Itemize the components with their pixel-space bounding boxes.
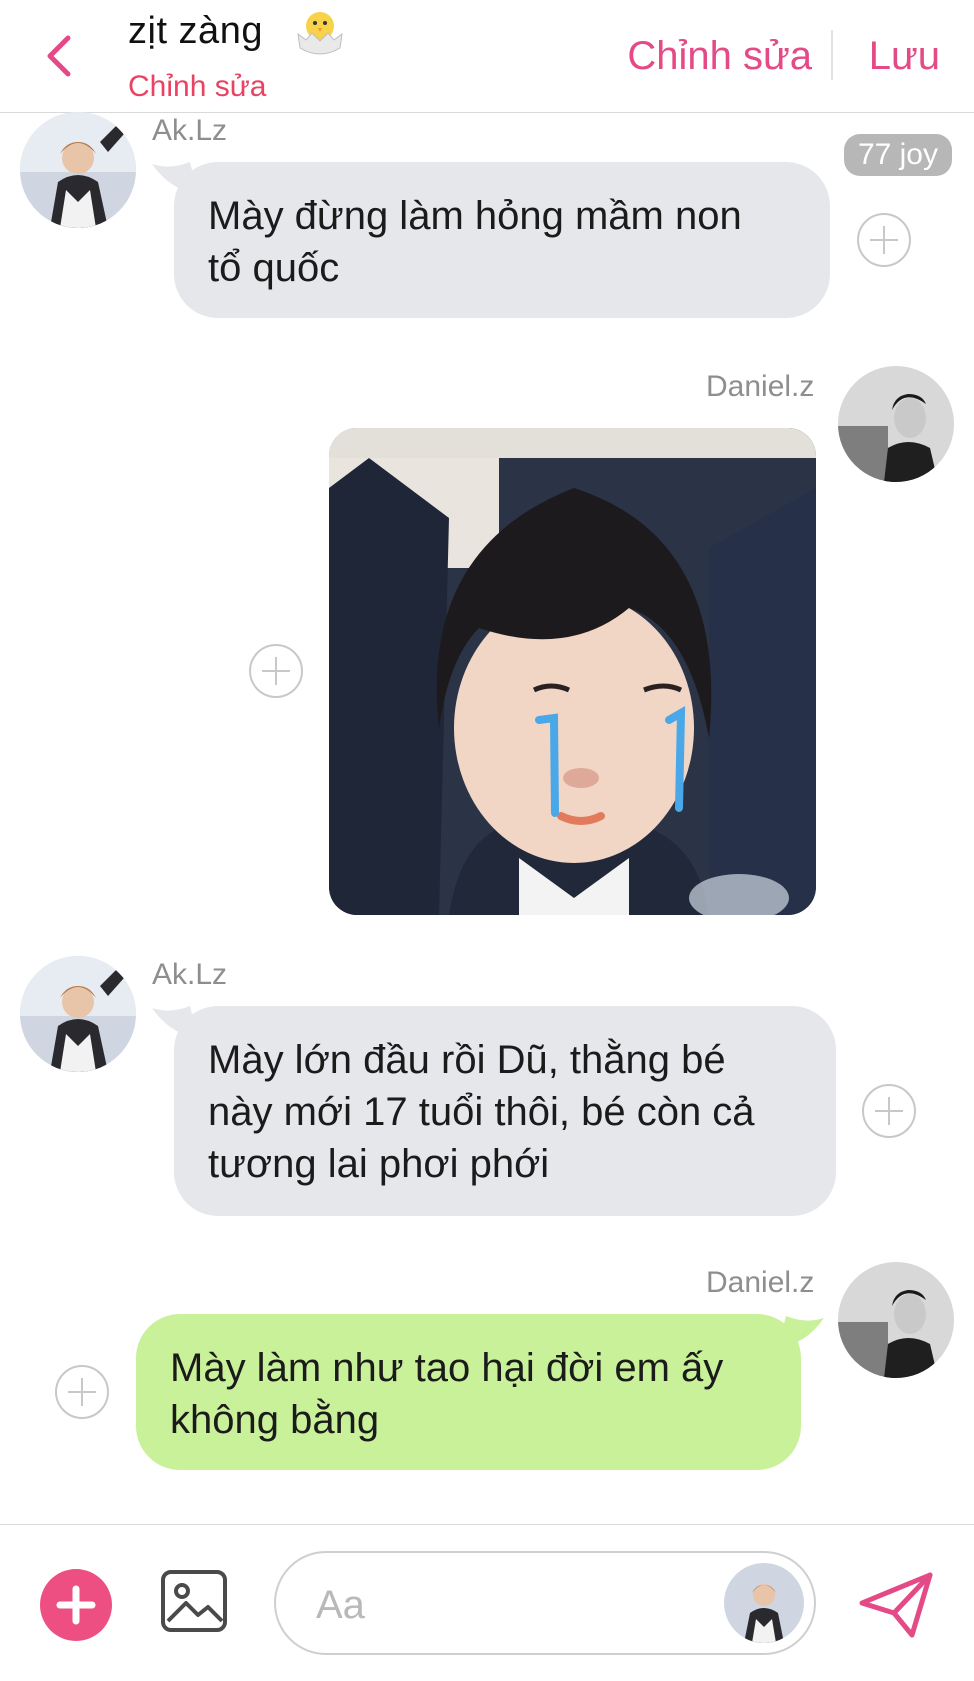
add-reaction-icon[interactable] [248, 643, 304, 699]
plus-icon [56, 1585, 96, 1625]
message-line: không bằng [170, 1398, 380, 1442]
sender-name: Ak.Lz [152, 958, 228, 991]
composer-bar: Aa [0, 1524, 974, 1681]
message-line: tổ quốc [208, 246, 340, 290]
input-avatar[interactable] [724, 1563, 804, 1643]
message-line: Mày đừng làm hỏng mầm non [208, 194, 742, 238]
image-icon[interactable] [160, 1569, 228, 1633]
page-title: zịt zàng [128, 10, 263, 52]
save-button[interactable]: Lưu [869, 34, 940, 79]
message-input-placeholder: Aa [316, 1583, 365, 1627]
message-line: này mới 17 tuổi thôi, bé còn cả [208, 1090, 755, 1134]
edit-button[interactable]: Chỉnh sửa [627, 34, 812, 79]
sender-name: Daniel.z [706, 370, 815, 403]
add-button[interactable] [40, 1569, 112, 1641]
send-icon[interactable] [858, 1571, 934, 1639]
hatching-chick-icon [297, 12, 343, 55]
message-bubble[interactable]: Mày đừng làm hỏng mầm non tổ quốc [174, 162, 830, 318]
message-bubble[interactable]: Mày lớn đầu rồi Dũ, thằng bé này mới 17 … [174, 1006, 836, 1216]
avatar-daniel-z[interactable] [838, 366, 954, 482]
add-reaction-icon[interactable] [856, 212, 912, 268]
message-line: Mày làm như tao hại đời em ấy [170, 1346, 724, 1390]
sender-name: Ak.Lz [152, 114, 228, 147]
page-subtitle: Chỉnh sửa [128, 70, 267, 103]
shared-photo[interactable] [329, 428, 816, 915]
add-reaction-icon[interactable] [861, 1083, 917, 1139]
message-line: tương lai phơi phới [208, 1142, 550, 1186]
chat-header: zịt zàng Chỉnh sửa Chỉnh sửa Lưu [0, 0, 974, 113]
message-line: Mày lớn đầu rồi Dũ, thằng bé [208, 1038, 726, 1082]
avatar-ak-lz[interactable] [20, 112, 136, 228]
reaction-badge[interactable]: 77 joy [843, 134, 952, 176]
message-bubble[interactable]: Mày làm như tao hại đời em ấy không bằng [136, 1314, 801, 1470]
sender-name: Daniel.z [706, 1266, 815, 1299]
chevron-left-icon[interactable] [40, 32, 80, 80]
message-input[interactable]: Aa [274, 1551, 816, 1655]
header-divider [831, 30, 833, 80]
avatar-daniel-z[interactable] [838, 1262, 954, 1378]
add-reaction-icon[interactable] [54, 1364, 110, 1420]
avatar-ak-lz[interactable] [20, 956, 136, 1072]
